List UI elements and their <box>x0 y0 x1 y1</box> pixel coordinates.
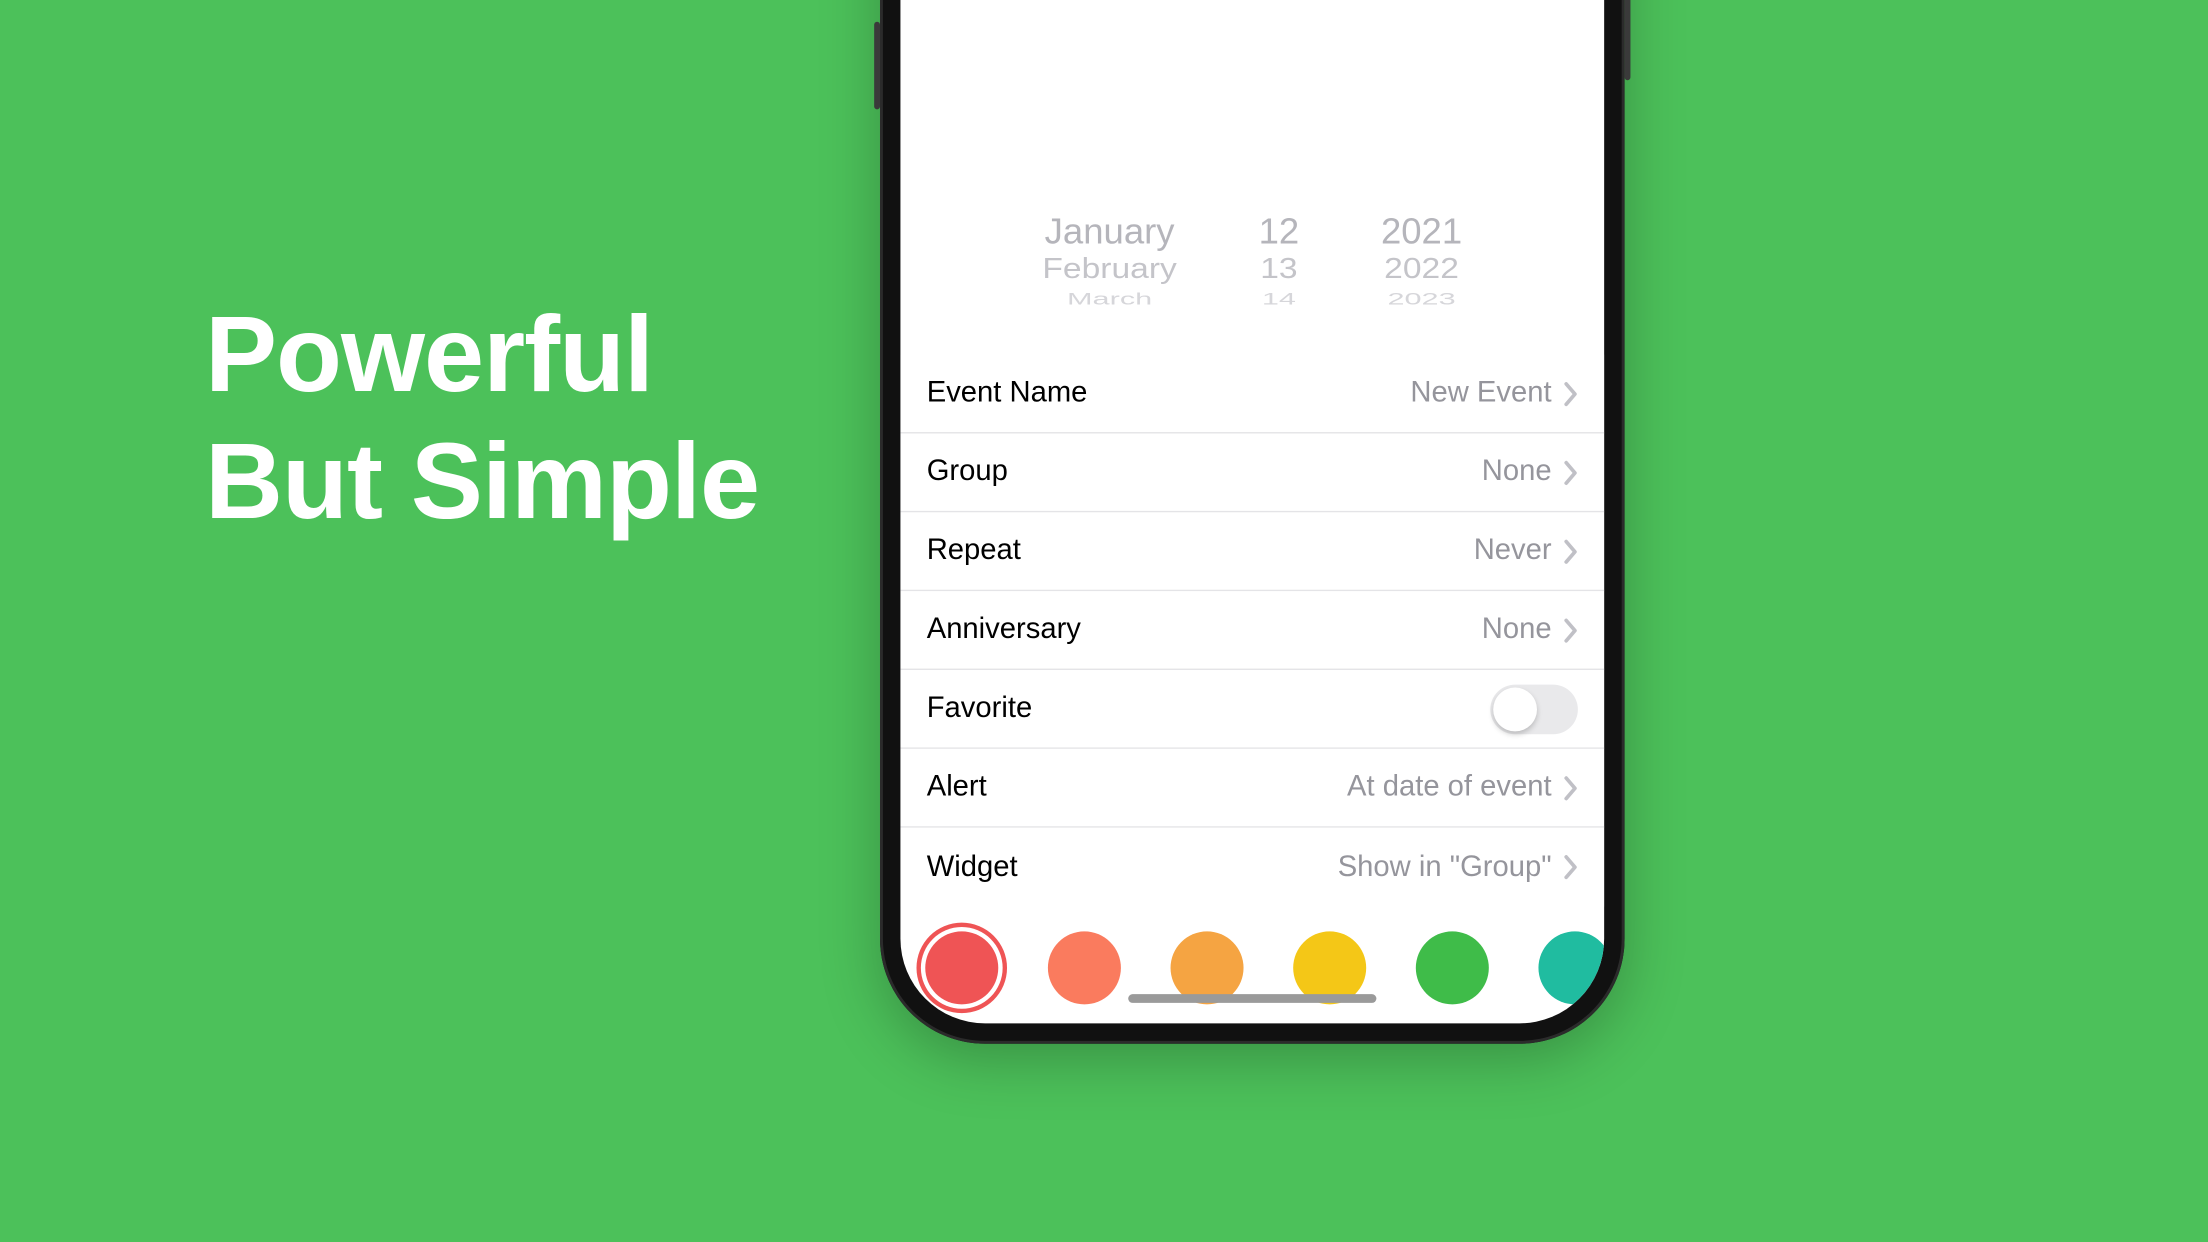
phone-frame: January February March 12 13 14 2021 202… <box>880 0 1625 1044</box>
volume-down-button <box>874 22 880 110</box>
headline-line-1: Powerful <box>205 290 759 417</box>
date-picker[interactable]: January February March 12 13 14 2021 202… <box>900 203 1604 355</box>
row-label: Anniversary <box>927 613 1081 647</box>
chevron-right-icon <box>1563 459 1578 485</box>
chevron-right-icon <box>1563 538 1578 564</box>
row-label: Widget <box>927 850 1018 884</box>
row-label: Favorite <box>927 692 1032 726</box>
color-swatch-grid <box>900 907 1604 1024</box>
row-label: Repeat <box>927 534 1021 568</box>
row-repeat[interactable]: Repeat Never <box>900 512 1604 591</box>
row-label: Alert <box>927 771 987 805</box>
chevron-right-icon <box>1563 380 1578 406</box>
phone-screen: January February March 12 13 14 2021 202… <box>900 0 1604 1023</box>
toggle-knob <box>1493 687 1537 731</box>
color-swatch-red[interactable] <box>925 931 998 1004</box>
row-value: New Event <box>1410 377 1551 411</box>
row-anniversary[interactable]: Anniversary None <box>900 591 1604 670</box>
row-alert[interactable]: Alert At date of event <box>900 749 1604 828</box>
headline-line-2: But Simple <box>205 417 759 544</box>
row-group[interactable]: Group None <box>900 434 1604 513</box>
row-value: Never <box>1474 534 1552 568</box>
event-settings-list: Event Name New Event Group None <box>900 355 1604 907</box>
date-picker-day-column[interactable]: 12 13 14 <box>1259 212 1300 329</box>
row-label: Event Name <box>927 377 1088 411</box>
row-event-name[interactable]: Event Name New Event <box>900 355 1604 434</box>
chevron-right-icon <box>1563 854 1578 880</box>
date-picker-month-column[interactable]: January February March <box>1042 212 1176 329</box>
power-button <box>1625 0 1631 80</box>
color-swatch-coral[interactable] <box>1048 931 1121 1004</box>
row-value: None <box>1482 613 1552 647</box>
favorite-toggle[interactable] <box>1490 684 1578 734</box>
color-swatch-teal[interactable] <box>1538 931 1604 1004</box>
row-widget[interactable]: Widget Show in "Group" <box>900 828 1604 907</box>
row-value: Show in "Group" <box>1338 850 1552 884</box>
row-label: Group <box>927 455 1008 489</box>
home-indicator <box>1128 994 1376 1003</box>
row-value: At date of event <box>1347 771 1552 805</box>
color-swatch-green[interactable] <box>1416 931 1489 1004</box>
date-picker-year-column[interactable]: 2021 2022 2023 <box>1381 212 1462 329</box>
chevron-right-icon <box>1563 774 1578 800</box>
row-value: None <box>1482 455 1552 489</box>
marketing-headline: Powerful But Simple <box>205 290 759 545</box>
chevron-right-icon <box>1563 617 1578 643</box>
row-favorite: Favorite <box>900 670 1604 749</box>
